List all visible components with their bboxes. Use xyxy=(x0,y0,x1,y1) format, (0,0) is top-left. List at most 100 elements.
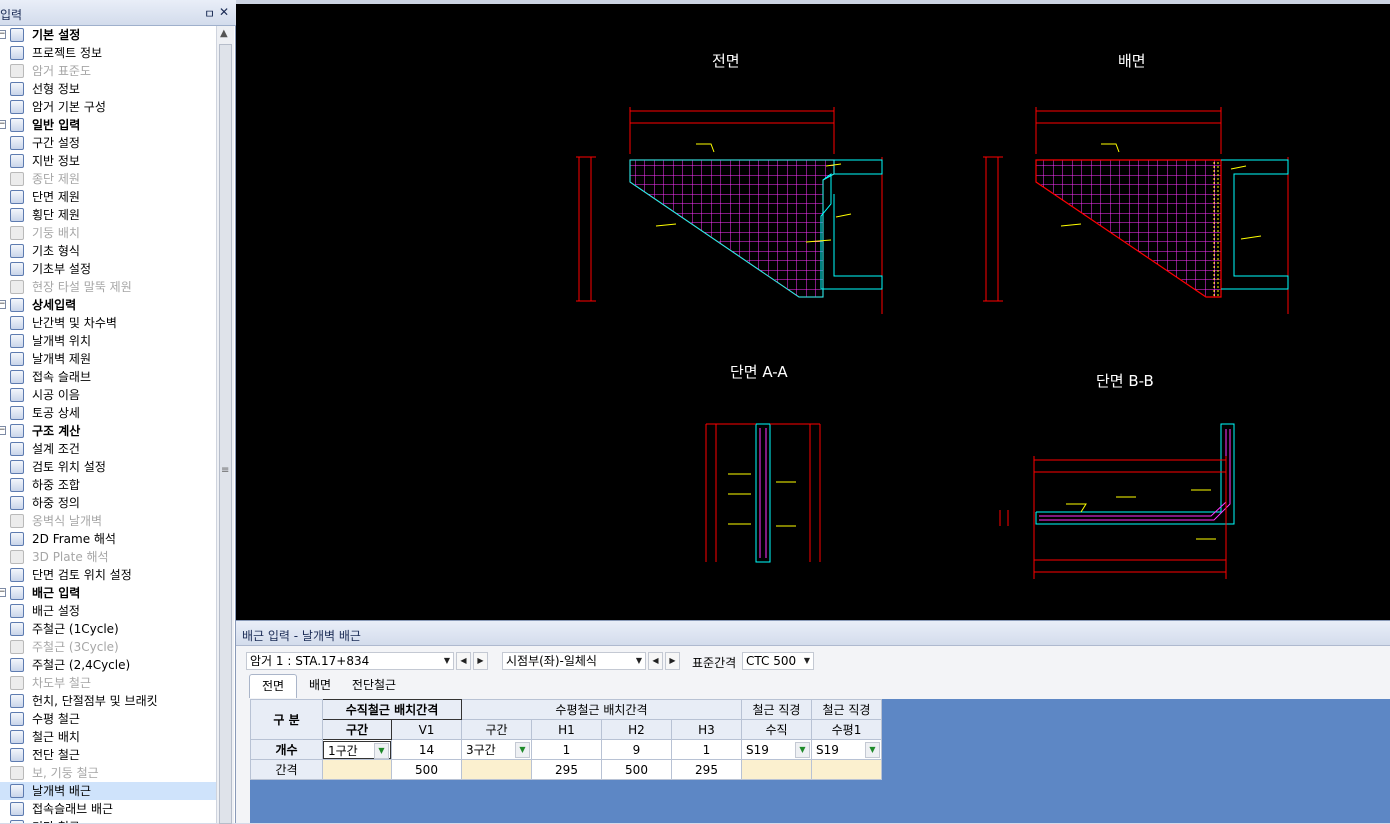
tree-group[interactable]: − 상세입력 xyxy=(0,296,216,314)
tree-item[interactable]: 배근 설정 xyxy=(0,602,216,620)
dia-vertical-select[interactable]: S19 ▼ xyxy=(742,741,811,759)
count-h3-cell[interactable]: 1 xyxy=(671,739,742,760)
count-h1-cell[interactable]: 1 xyxy=(531,739,602,760)
tree-item[interactable]: 날개벽 제원 xyxy=(0,350,216,368)
scroll-up-icon[interactable]: ▲ xyxy=(220,28,228,39)
tree-item[interactable]: 보, 기둥 철근 xyxy=(0,764,216,782)
tab-shear-rebar[interactable]: 전단철근 xyxy=(342,674,406,698)
prev-culvert-button[interactable]: ◀ xyxy=(456,652,471,670)
culvert-select-value: 암거 1 : STA.17+834 xyxy=(250,654,370,668)
chevron-down-icon[interactable]: ▼ xyxy=(515,741,530,758)
close-icon[interactable]: ✕ xyxy=(219,5,229,19)
count-section-h-cell[interactable]: 3구간 ▼ xyxy=(461,739,532,760)
chevron-down-icon[interactable]: ▼ xyxy=(865,741,880,758)
tree-item[interactable]: 검토 위치 설정 xyxy=(0,458,216,476)
combination-icon xyxy=(10,478,24,492)
tree-item[interactable]: 주철근 (1Cycle) xyxy=(0,620,216,638)
next-position-button[interactable]: ▶ xyxy=(665,652,680,670)
tree-item[interactable]: 프로젝트 정보 xyxy=(0,44,216,62)
tree-item[interactable]: 하중 조합 xyxy=(0,476,216,494)
collapse-icon[interactable]: − xyxy=(0,120,6,129)
chevron-down-icon[interactable]: ▼ xyxy=(374,742,389,759)
count-section-v-select[interactable]: 1구간 ▼ xyxy=(323,740,391,759)
tree-item[interactable]: 기초 형식 xyxy=(0,242,216,260)
tree-item[interactable]: 하중 정의 xyxy=(0,494,216,512)
front-elevation-title: 전면 xyxy=(712,52,740,70)
tree-item[interactable]: 기타 철근 xyxy=(0,818,216,823)
std-spacing-select[interactable]: CTC 500 ▼ xyxy=(742,652,814,670)
spacing-v1-cell[interactable]: 500 xyxy=(391,759,462,780)
tree-item[interactable]: 3D Plate 해석 xyxy=(0,548,216,566)
culvert-select[interactable]: 암거 1 : STA.17+834 ▼ xyxy=(246,652,454,670)
tree-group[interactable]: − 기본 설정 xyxy=(0,26,216,44)
tree-scrollbar[interactable]: ▲ ≡ xyxy=(216,26,234,824)
tree-item-label: 기초 형식 xyxy=(32,244,80,258)
tree-item[interactable]: 옹벽식 날개벽 xyxy=(0,512,216,530)
spacing-h1-cell[interactable]: 295 xyxy=(531,759,602,780)
tree-item[interactable]: 주철근 (3Cycle) xyxy=(0,638,216,656)
chevron-down-icon[interactable]: ▼ xyxy=(795,741,810,758)
tree-group[interactable]: − 배근 입력 xyxy=(0,584,216,602)
position-select[interactable]: 시점부(좌)-일체식 ▼ xyxy=(502,652,646,670)
tree-item[interactable]: 암거 표준도 xyxy=(0,62,216,80)
pile-cast-icon xyxy=(10,280,24,294)
tree-group[interactable]: − 구조 계산 xyxy=(0,422,216,440)
collapse-icon[interactable]: − xyxy=(0,588,6,597)
scroll-thumb[interactable]: ≡ xyxy=(219,44,232,824)
tree-item[interactable]: 전단 철근 xyxy=(0,746,216,764)
tab-front[interactable]: 전면 xyxy=(249,674,297,698)
tree-item[interactable]: 난간벽 및 차수벽 xyxy=(0,314,216,332)
count-section-h-select[interactable]: 3구간 ▼ xyxy=(462,741,531,759)
collapse-icon[interactable]: − xyxy=(0,300,6,309)
pin-icon[interactable]: ㅁ xyxy=(204,5,215,22)
tree-group[interactable]: − 일반 입력 xyxy=(0,116,216,134)
tree-item[interactable]: 2D Frame 해석 xyxy=(0,530,216,548)
dia-vertical-cell[interactable]: S19 ▼ xyxy=(741,739,812,760)
tree-item[interactable]: 종단 제원 xyxy=(0,170,216,188)
tree-item-label: 단면 제원 xyxy=(32,190,80,204)
tree-item[interactable]: 헌치, 단절점부 및 브래킷 xyxy=(0,692,216,710)
tree-item[interactable]: 단면 검토 위치 설정 xyxy=(0,566,216,584)
db-icon xyxy=(10,64,24,78)
tree-item[interactable]: 날개벽 위치 xyxy=(0,332,216,350)
collapse-icon[interactable]: − xyxy=(0,30,6,39)
profile-icon xyxy=(10,172,24,186)
tree-item[interactable]: 날개벽 배근 xyxy=(0,782,216,800)
spacing-h2-cell[interactable]: 500 xyxy=(601,759,672,780)
tab-back[interactable]: 배면 xyxy=(300,674,340,698)
count-section-v-cell[interactable]: 1구간 ▼ xyxy=(322,739,392,760)
tree-item[interactable]: 시공 이음 xyxy=(0,386,216,404)
tree-item[interactable]: 암거 기본 구성 xyxy=(0,98,216,116)
tree-item[interactable]: 기초부 설정 xyxy=(0,260,216,278)
tree-item[interactable]: 구간 설정 xyxy=(0,134,216,152)
count-h2-cell[interactable]: 9 xyxy=(601,739,672,760)
cad-view[interactable]: 전면 배면 단면 A-A 단면 B-B xyxy=(236,0,1390,620)
tree-item-label: 주철근 (2,4Cycle) xyxy=(32,658,131,672)
prev-position-button[interactable]: ◀ xyxy=(648,652,663,670)
tree-item[interactable]: 수평 철근 xyxy=(0,710,216,728)
next-culvert-button[interactable]: ▶ xyxy=(473,652,488,670)
tree-item[interactable]: 차도부 철근 xyxy=(0,674,216,692)
tree-item[interactable]: 설계 조건 xyxy=(0,440,216,458)
tree-item[interactable]: 주철근 (2,4Cycle) xyxy=(0,656,216,674)
tree-item[interactable]: 토공 상세 xyxy=(0,404,216,422)
count-v1-cell[interactable]: 14 xyxy=(391,739,462,760)
collapse-icon[interactable]: − xyxy=(0,426,6,435)
dia-horizontal-cell[interactable]: S19 ▼ xyxy=(811,739,882,760)
section-b-drawing xyxy=(999,423,1235,579)
spacing-h3-cell[interactable]: 295 xyxy=(671,759,742,780)
tree-item[interactable]: 접속 슬래브 xyxy=(0,368,216,386)
tree-item[interactable]: 횡단 제원 xyxy=(0,206,216,224)
tree-item-label: 날개벽 제원 xyxy=(32,352,92,366)
tree-item[interactable]: 단면 제원 xyxy=(0,188,216,206)
tree-item[interactable]: 철근 배치 xyxy=(0,728,216,746)
tree-item[interactable]: 지반 정보 xyxy=(0,152,216,170)
tree-item[interactable]: 현장 타설 말뚝 제원 xyxy=(0,278,216,296)
load-icon xyxy=(10,496,24,510)
tree-item[interactable]: 접속슬래브 배근 xyxy=(0,800,216,818)
tree-item[interactable]: 기둥 배치 xyxy=(0,224,216,242)
cad-drawing xyxy=(576,107,1289,579)
tree-item[interactable]: 선형 정보 xyxy=(0,80,216,98)
dia-horizontal-select[interactable]: S19 ▼ xyxy=(812,741,881,759)
tree-panel: 입력 ㅁ ✕ − 기본 설정 프로젝트 정보 암거 표준도 선형 정보 암거 기본 구성 −… xyxy=(0,0,236,824)
